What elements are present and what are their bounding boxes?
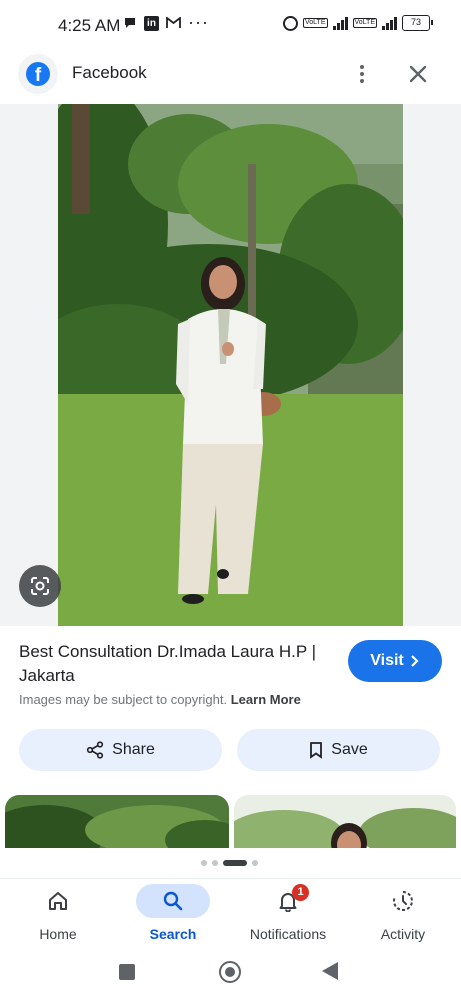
search-icon [163,891,183,911]
lens-icon [31,577,49,595]
home-button[interactable] [219,961,241,983]
nav-notifications[interactable]: 1 Notifications [238,878,338,948]
visit-label: Visit [370,652,404,669]
save-button[interactable]: Save [237,729,440,771]
nav-notifications-label: Notifications [249,926,327,942]
nav-activity[interactable]: Activity [353,878,453,948]
status-notification-icons: in [122,15,181,31]
volte-icon-2: VoLTE [352,18,377,28]
status-time: 4:25 AM [58,16,121,35]
back-button[interactable] [322,962,338,980]
close-icon[interactable] [404,60,432,88]
result-photo[interactable] [58,104,403,626]
alarm-icon [283,15,298,31]
learn-more-link[interactable]: Learn More [231,692,301,707]
copyright-text: Images may be subject to copyright. [19,692,228,707]
share-button[interactable]: Share [19,729,222,771]
status-system-icons: VoLTE VoLTE 73 [283,15,433,31]
recents-button[interactable] [119,964,135,980]
bookmark-icon [310,742,323,759]
nav-home[interactable]: Home [8,878,108,948]
activity-icon [393,891,413,911]
save-label: Save [331,741,368,758]
status-more-icon: ··· [188,12,209,32]
more-options-icon[interactable] [352,60,372,88]
app-header [0,52,461,104]
chevron-right-icon [410,655,419,667]
visit-button[interactable]: Visit [348,640,442,682]
notification-badge: 1 [292,884,309,901]
nav-search-label: Search [149,926,197,942]
nav-activity-label: Activity [380,926,426,942]
signal-icon-2 [382,16,397,30]
result-title[interactable]: Best Consultation Dr.Imada Laura H.P | J… [19,640,329,688]
google-lens-button[interactable] [19,565,61,607]
facebook-logo-icon: f [26,62,50,86]
related-image-thumbnail[interactable] [5,795,229,850]
nav-search[interactable]: Search [123,878,223,948]
gmail-icon [165,15,181,31]
share-label: Share [112,741,155,758]
nav-home-label: Home [39,926,77,942]
home-icon [49,892,67,910]
chat-bubble-icon [122,15,138,31]
signal-icon [332,16,348,30]
copyright-notice: Images may be subject to copyright. Lear… [19,692,301,707]
share-icon [87,741,104,759]
app-title: Facebook [72,63,147,82]
linkedin-icon: in [144,15,159,31]
battery-indicator: 73 [402,15,433,31]
carousel-indicator [201,860,258,866]
volte-icon: VoLTE [303,18,328,28]
related-image-thumbnail-2[interactable] [234,795,456,850]
